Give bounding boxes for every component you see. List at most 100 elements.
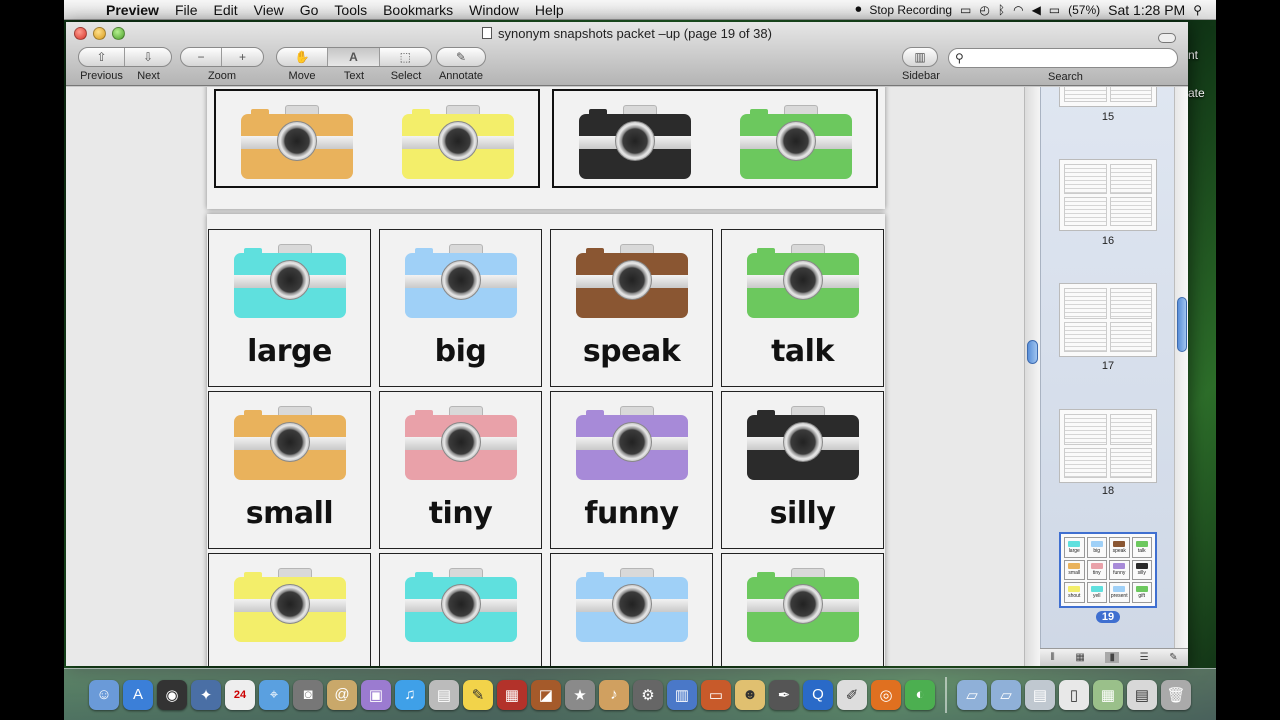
zoom-out-button[interactable]: − [181,48,223,66]
camera-lens [611,584,652,624]
mini-card-word: gift [1138,593,1146,600]
menu-go[interactable]: Go [292,2,327,18]
column-view-icon[interactable]: ⦀ [1050,652,1054,663]
menu-file[interactable]: File [167,2,206,18]
imovie-icon[interactable]: ★ [565,679,595,710]
spotlight-icon[interactable]: ⚲ [1193,3,1202,17]
word-card: small [208,391,371,549]
thumbnail-view-icon[interactable]: ▮ [1105,652,1119,663]
menu-app-name[interactable]: Preview [98,2,167,18]
mini-card-word: silly [1137,570,1146,577]
camera-lens [269,584,310,624]
previous-button[interactable]: ⇧ [79,48,126,66]
camera-lens [614,121,655,161]
page-thumbnail[interactable] [1059,283,1157,357]
menu-bar: Preview File Edit View Go Tools Bookmark… [64,0,1216,20]
annotate-label: Annotate [438,70,484,82]
thumbnail-scroll-thumb[interactable] [1177,297,1187,352]
camera-lens [440,260,481,300]
text-tool-button[interactable]: A [328,48,380,66]
list-view-icon[interactable]: ☰ [1140,652,1149,663]
calendar-icon[interactable]: 24 [225,679,255,710]
menu-bookmarks[interactable]: Bookmarks [375,2,461,18]
next-label: Next [137,70,160,82]
word-card: speak [550,229,713,387]
iphoto-icon[interactable]: ◪ [531,679,561,710]
sidebar-toggle-button[interactable]: ▥ [903,48,937,66]
camera-lens [775,121,816,161]
thumbnail-sidebar[interactable]: 15 16 17 18 large big speak talk small t… [1040,87,1188,648]
annotation-view-icon[interactable]: ✎ [1169,652,1177,663]
page-thumbnail[interactable] [1059,159,1157,231]
camera-app-icon[interactable]: ◙ [293,679,323,710]
utility-app-icon[interactable]: ✒ [769,679,799,710]
menu-edit[interactable]: Edit [206,2,246,18]
page-thumbnail-selected[interactable]: large big speak talk small tiny funny si… [1059,532,1157,608]
calculator-icon[interactable]: ▤ [429,679,459,710]
camera-lens [440,422,481,462]
next-button[interactable]: ⇩ [125,48,171,66]
menu-clock[interactable]: Sat 1:28 PM [1108,2,1185,18]
preview-app-icon[interactable]: ▣ [361,679,391,710]
page-thumbnail[interactable] [1059,87,1157,107]
display-icon[interactable]: ▭ [960,3,971,17]
select-tool-button[interactable]: ⬚ [380,48,431,66]
search-input[interactable] [967,51,1168,65]
stack-icon[interactable]: ▤ [1025,679,1055,710]
bluetooth-icon[interactable]: ᛒ [998,3,1005,17]
dock-separator [945,676,947,713]
address-book-icon[interactable]: @ [327,679,357,710]
grid-view-icon[interactable]: ▦ [1075,652,1084,663]
annotate-button[interactable]: ✎ [437,48,485,66]
documents-folder-icon[interactable]: ▱ [991,679,1021,710]
dashboard-icon[interactable]: ◉ [157,679,187,710]
itunes-icon[interactable]: ♫ [395,679,425,710]
volume-icon[interactable]: ◀ [1032,3,1041,17]
photo-app-icon[interactable]: ✦ [191,679,221,710]
wifi-icon[interactable]: ◠ [1013,3,1023,17]
finder-icon[interactable]: ☺ [89,679,119,710]
window-title-text: synonym snapshots packet –up (page 19 of… [498,26,772,41]
safari-icon[interactable]: ⌖ [259,679,289,710]
document-scrollbar[interactable] [1024,87,1040,666]
move-tool-button[interactable]: ✋ [277,48,329,66]
page-thumbnail-number: 18 [1101,485,1115,497]
keynote-icon[interactable]: ▥ [667,679,697,710]
textedit-icon[interactable]: ✐ [837,679,867,710]
comic-life-icon[interactable]: ☻ [735,679,765,710]
camera-lens [611,260,652,300]
applications-folder-icon[interactable]: ▱ [957,679,987,710]
firefox-icon[interactable]: ◎ [871,679,901,710]
quicktime-icon[interactable]: Q [803,679,833,710]
thumbnail-scrollbar[interactable] [1174,87,1188,648]
menu-window[interactable]: Window [461,2,527,18]
battery-percent: (57%) [1068,2,1101,17]
document-proxy-icon[interactable] [482,27,493,39]
window-titlebar: synonym snapshots packet –up (page 19 of… [66,22,1188,86]
stop-recording-icon[interactable]: ⏺ [855,2,861,17]
document-scroll-thumb[interactable] [1027,340,1038,364]
battery-icon[interactable]: ▭ [1049,3,1060,17]
stop-recording-label[interactable]: Stop Recording [869,3,952,17]
chrome-icon[interactable]: ◐ [905,679,935,710]
document-view[interactable]: large big speak talk small tiny funny si… [66,87,1024,666]
system-preferences-icon[interactable]: ⚙ [633,679,663,710]
camera-image [739,105,852,179]
stickies-icon[interactable]: ✎ [463,679,493,710]
trash-icon[interactable]: 🗑 [1161,679,1191,710]
toolbar-toggle-button[interactable] [1158,33,1176,43]
page-thumbnail[interactable] [1059,409,1157,483]
zoom-in-button[interactable]: + [222,48,263,66]
pages-icon[interactable]: ▭ [701,679,731,710]
downloads-stack-icon[interactable]: ▤ [1127,679,1157,710]
menu-view[interactable]: View [246,2,292,18]
app-store-icon[interactable]: A [123,679,153,710]
menu-tools[interactable]: Tools [326,2,375,18]
document-stack-icon[interactable]: ▯ [1059,679,1089,710]
photo-booth-icon[interactable]: ▦ [497,679,527,710]
menu-help[interactable]: Help [527,2,572,18]
image-stack-icon[interactable]: ▦ [1093,679,1123,710]
garageband-icon[interactable]: ♪ [599,679,629,710]
time-machine-icon[interactable]: ◴ [979,3,989,17]
search-field[interactable]: ⚲ [948,48,1178,68]
